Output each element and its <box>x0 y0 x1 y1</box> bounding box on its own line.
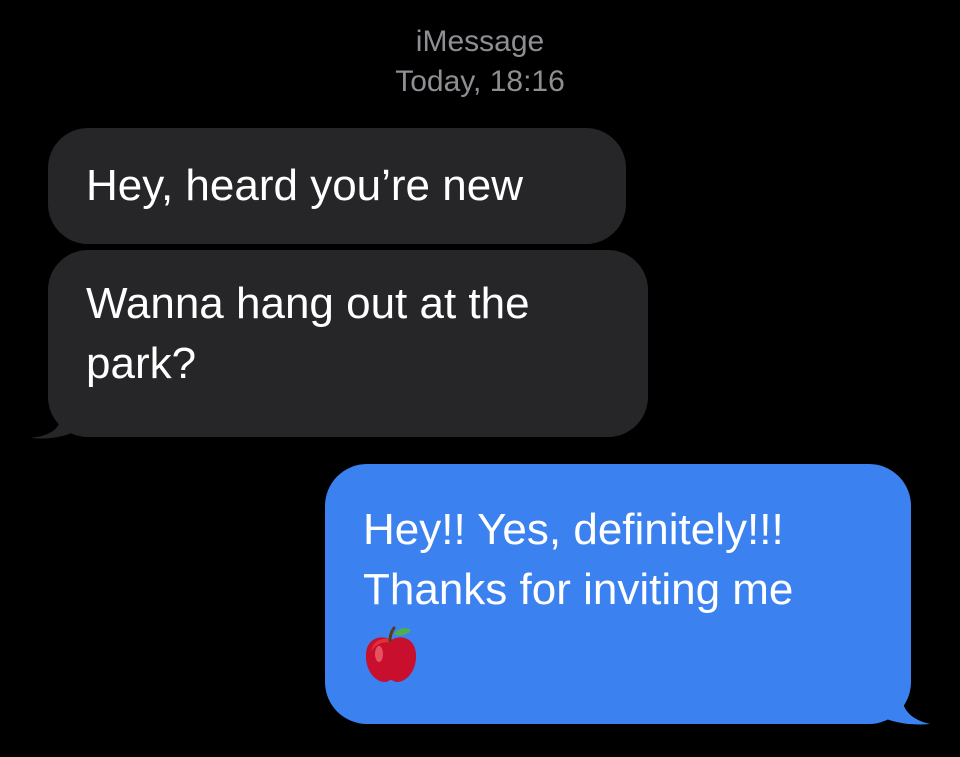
outgoing-message-bubble[interactable]: Hey!! Yes, definitely!!! Thanks for invi… <box>325 464 911 724</box>
conversation-header: iMessage Today, 18:16 <box>0 22 960 102</box>
message-thread: iMessage Today, 18:16 Hey, heard you’re … <box>0 0 960 757</box>
message-timestamp: Today, 18:16 <box>395 65 565 98</box>
service-label: iMessage <box>415 25 545 58</box>
message-line: Hey!! Yes, definitely!!! <box>363 505 784 554</box>
message-text: Wanna hang out at the park? <box>86 279 530 388</box>
message-text: Hey, heard you’re new <box>86 161 523 210</box>
incoming-message-bubble[interactable]: Wanna hang out at the park? <box>48 250 648 437</box>
incoming-message-bubble[interactable]: Hey, heard you’re new <box>48 128 626 244</box>
apple-icon <box>365 626 417 682</box>
message-line: Thanks for inviting me <box>363 565 794 614</box>
